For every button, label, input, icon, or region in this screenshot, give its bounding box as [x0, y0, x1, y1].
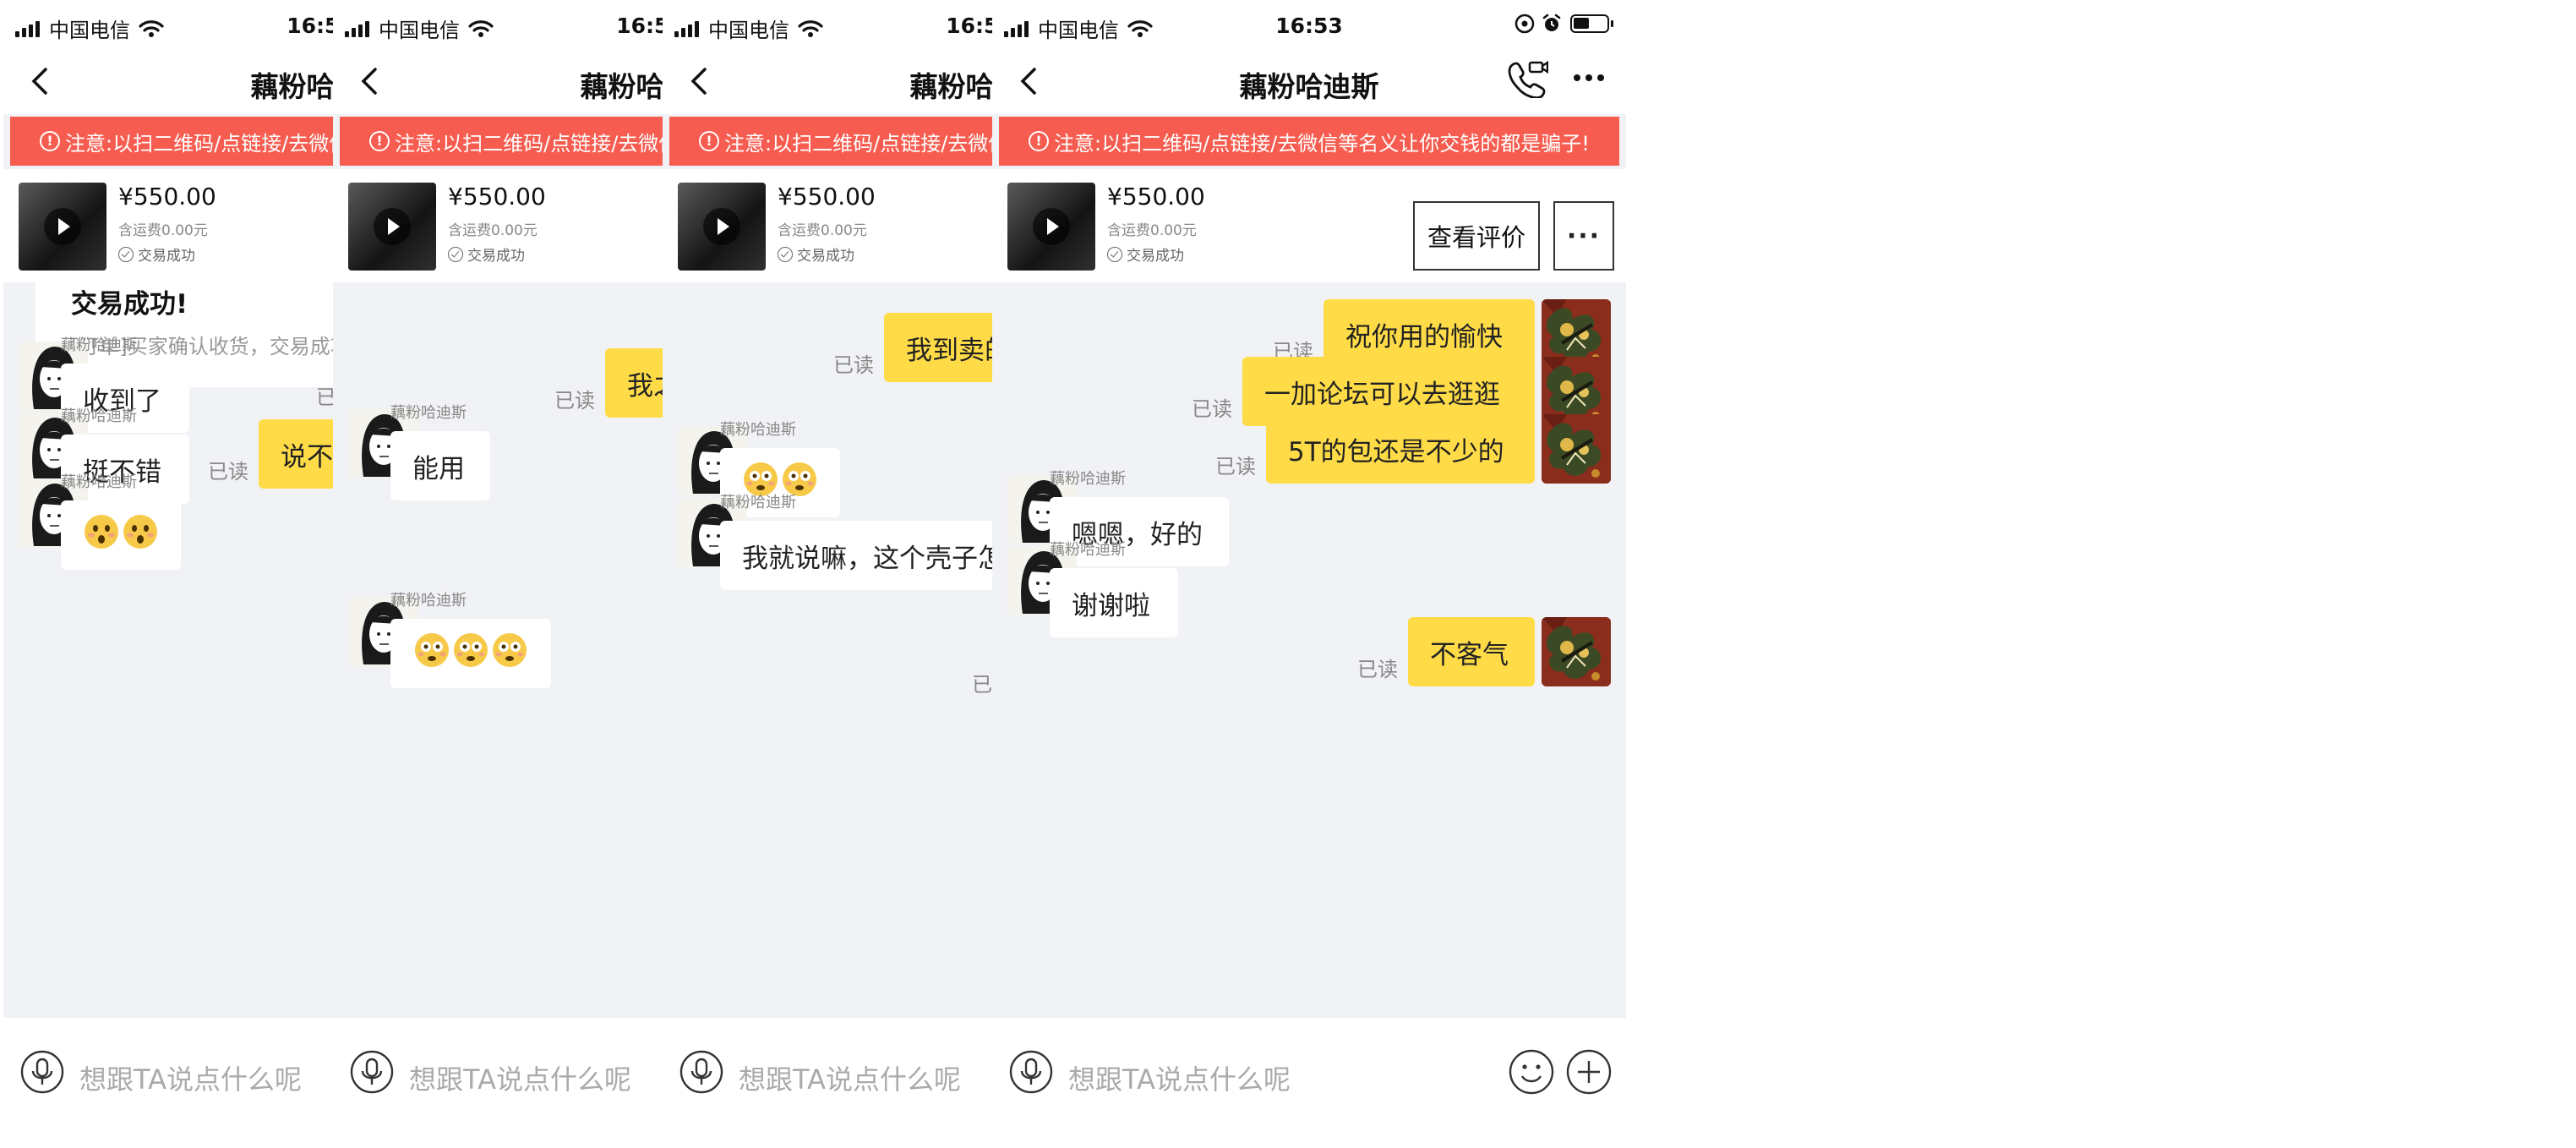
sender-name: 藕粉哈迪斯 [390, 404, 467, 422]
play-icon [1033, 208, 1070, 245]
sender-name: 藕粉哈迪斯 [61, 407, 137, 425]
battery-icon [1570, 14, 1613, 33]
trade-status: 交易成功 [1107, 243, 1184, 265]
emoji-sticker [412, 631, 529, 675]
shipping-fee: 含运费0.00元 [448, 222, 538, 239]
read-receipt: 已读 [208, 460, 248, 484]
view-review-button[interactable]: 查看评价 [1413, 201, 1540, 271]
message-input[interactable]: 想跟TA说点什么呢 [79, 1058, 302, 1097]
rotation-lock-icon [1514, 14, 1535, 34]
trade-status-label: 交易成功 [797, 248, 854, 265]
message-input[interactable]: 想跟TA说点什么呢 [739, 1058, 961, 1097]
read-receipt: 已读 [833, 353, 874, 377]
play-icon [44, 208, 81, 245]
product-more-button[interactable]: ··· [1553, 201, 1614, 271]
sender-name: 藕粉哈迪斯 [1050, 470, 1126, 488]
sender-name: 藕粉哈迪斯 [61, 473, 137, 491]
trade-status-label: 交易成功 [467, 248, 525, 265]
read-receipt: 已读 [1357, 658, 1398, 681]
trade-status: 交易成功 [118, 243, 195, 265]
more-icon[interactable] [1570, 63, 1607, 93]
product-thumbnail[interactable] [348, 183, 436, 271]
product-price: ¥550.00 [448, 183, 546, 210]
check-circle-icon [448, 246, 463, 262]
message-bubble-incoming[interactable]: 谢谢啦 [1050, 568, 1178, 637]
alarm-icon [1542, 14, 1562, 34]
info-icon: ! [369, 131, 390, 151]
product-price: ¥550.00 [1107, 183, 1205, 210]
play-icon [374, 208, 411, 245]
read-receipt: 已读 [1192, 397, 1232, 421]
product-price: ¥550.00 [118, 183, 216, 210]
check-circle-icon [118, 246, 134, 262]
product-thumbnail[interactable] [1007, 183, 1095, 271]
trade-status: 交易成功 [448, 243, 525, 265]
nav-bar: 藕粉哈迪斯 [992, 52, 1626, 112]
shipping-fee: 含运费0.00元 [118, 222, 208, 239]
sender-name: 藕粉哈迪斯 [61, 336, 137, 354]
product-card[interactable]: ¥550.00 含运费0.00元交易成功 查看评价··· [992, 169, 1626, 282]
order-title: 交易成功! [71, 289, 188, 320]
info-icon: ! [1029, 131, 1050, 151]
product-thumbnail[interactable] [678, 183, 766, 271]
call-icon[interactable] [1504, 59, 1549, 99]
message-bubble-incoming[interactable]: 能用 [390, 431, 490, 500]
voice-input-icon[interactable] [679, 1050, 723, 1094]
status-bar: 中国电信 16:53 [992, 12, 1626, 42]
chat-area[interactable]: 祝你用的愉快 已读 一加论坛可以去逛逛 已读 5T的包还是不少的 已读 藕粉哈迪斯 嗯嗯，好的… [992, 282, 1626, 1018]
phone-screen: 中国电信 16:53 藕粉哈迪斯! 注意:以扫二维码/点链接/去微信等名义让你交钱的都… [992, 0, 1626, 1148]
scam-warning-banner: !注意:以扫二维码/点链接/去微信等名义让你交钱的都是骗子! [999, 117, 1619, 166]
info-icon: ! [40, 131, 61, 151]
check-circle-icon [778, 246, 793, 262]
message-bubble-incoming[interactable] [390, 619, 551, 688]
input-bar: 想跟TA说点什么呢 [992, 1018, 1626, 1148]
info-icon: ! [699, 131, 720, 151]
emoji-icon[interactable] [1508, 1048, 1555, 1096]
read-receipt: 已读 [1215, 455, 1256, 478]
plus-icon[interactable] [1565, 1048, 1613, 1096]
trade-status-label: 交易成功 [138, 248, 195, 265]
voice-input-icon[interactable] [20, 1050, 64, 1094]
message-input[interactable]: 想跟TA说点什么呢 [409, 1058, 631, 1097]
message-bubble-outgoing[interactable]: 不客气 [1408, 617, 1535, 686]
play-icon [703, 208, 740, 245]
warning-text: 注意:以扫二维码/点链接/去微信等名义让你交钱的都是骗子! [1054, 131, 1590, 156]
my-avatar[interactable] [1542, 617, 1611, 686]
message-bubble-outgoing[interactable]: 5T的包还是不少的 [1266, 414, 1535, 484]
trade-status: 交易成功 [778, 243, 854, 265]
shipping-fee: 含运费0.00元 [778, 222, 867, 239]
sender-name: 藕粉哈迪斯 [720, 494, 796, 511]
product-thumbnail[interactable] [19, 183, 106, 271]
status-right [1508, 14, 1613, 34]
message-bubble-incoming[interactable] [61, 500, 181, 570]
shipping-fee: 含运费0.00元 [1107, 222, 1197, 239]
check-circle-icon [1107, 246, 1122, 262]
read-receipt: 已读 [554, 389, 595, 413]
trade-status-label: 交易成功 [1127, 248, 1184, 265]
sender-name: 藕粉哈迪斯 [1050, 541, 1126, 559]
my-avatar[interactable] [1542, 414, 1611, 484]
voice-input-icon[interactable] [1009, 1050, 1053, 1094]
sender-name: 藕粉哈迪斯 [720, 421, 796, 439]
voice-input-icon[interactable] [350, 1050, 394, 1094]
message-input[interactable]: 想跟TA说点什么呢 [1068, 1058, 1291, 1097]
sender-name: 藕粉哈迪斯 [390, 592, 467, 610]
emoji-sticker [82, 513, 160, 557]
product-price: ¥550.00 [778, 183, 876, 210]
